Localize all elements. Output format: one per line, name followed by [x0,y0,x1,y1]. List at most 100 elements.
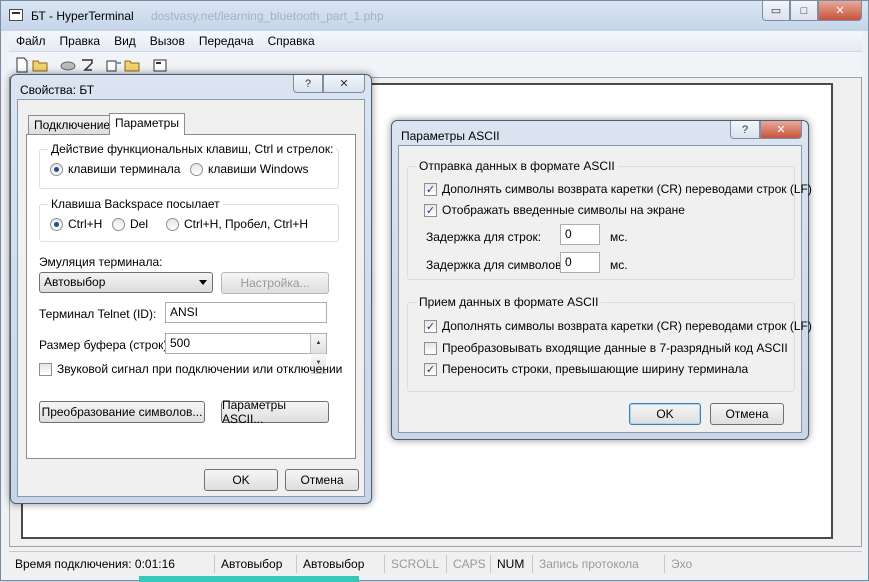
status-scroll: SCROLL [385,554,447,573]
disconnect-icon[interactable] [59,56,77,74]
backspace-group-label: Клавиша Backspace посылает [48,197,223,211]
send-echo-label: Отображать введенные символы на экране [442,203,685,217]
maximize-icon: □ [800,4,808,17]
receive-icon[interactable] [124,56,142,74]
status-bar: Время подключения: 0:01:16 Автовыбор Авт… [9,551,862,575]
setup-button[interactable]: Настройка... [221,272,329,294]
fkeys-group-label: Действие функциональных клавиш, Ctrl и с… [48,142,337,156]
recv-lf-label: Дополнять символы возврата каретки (CR) … [442,319,812,333]
properties-dialog: Свойства: БТ ? ✕ Подключение Параметры Д… [10,74,372,504]
bs-ctrlh-option[interactable]: Ctrl+H [50,217,102,231]
spin-up-icon[interactable]: ▲ [311,334,326,354]
recv-wrap-option[interactable]: ✓ Переносить строки, превышающие ширину … [424,362,748,376]
title-bar[interactable]: БТ - HyperTerminal dostvasy.net/learning… [1,1,868,31]
properties-help-button[interactable]: ? [293,75,323,93]
ascii-dialog-body: Отправка данных в формате ASCII ✓ Дополн… [398,145,812,433]
send-lf-option[interactable]: ✓ Дополнять символы возврата каретки (CR… [424,182,812,196]
minimize-button[interactable]: ▭ [762,1,790,21]
recv-wrap-checkbox[interactable]: ✓ [424,362,437,376]
recv-wrap-label: Переносить строки, превышающие ширину те… [442,362,749,376]
taskbar-strip [139,576,359,582]
properties-dialog-body: Подключение Параметры Действие функциона… [17,99,365,497]
recv-7bit-label: Преобразовывать входящие данные в 7-разр… [442,341,788,355]
bs-ctrlh-radio[interactable] [50,217,63,231]
send-echo-checkbox[interactable]: ✓ [424,203,437,217]
bs-del-label: Del [130,217,149,231]
send-echo-option[interactable]: ✓ Отображать введенные символы на экране [424,203,685,217]
char-conversion-button[interactable]: Преобразование символов... [39,401,205,423]
fkeys-terminal-radio[interactable] [50,162,63,176]
ascii-close-button[interactable]: ✕ [760,121,802,139]
bs-del-option[interactable]: Del [112,217,148,231]
buffer-size-field[interactable]: 500 ▲ ▼ [165,333,327,374]
fkeys-windows-radio[interactable] [190,162,203,176]
send-lf-label: Дополнять символы возврата каретки (CR) … [442,182,812,196]
ascii-settings-dialog: Параметры ASCII ? ✕ Отправка данных в фо… [391,120,812,440]
emulation-select[interactable]: Автовыбор [39,272,213,293]
buffer-spinner[interactable]: ▲ ▼ [310,334,326,374]
ascii-help-button[interactable]: ? [730,121,760,139]
recv-lf-checkbox[interactable]: ✓ [424,319,437,333]
menu-bar: Файл Правка Вид Вызов Передача Справка [9,31,862,51]
telnet-id-field[interactable]: ANSI [165,302,327,323]
telnet-label: Терминал Telnet (ID): [39,307,157,321]
send-group: Отправка данных в формате ASCII ✓ Дополн… [407,159,812,280]
fkeys-group: Действие функциональных клавиш, Ctrl и с… [39,142,339,189]
send-group-label: Отправка данных в формате ASCII [416,159,618,173]
menu-call[interactable]: Вызов [143,34,192,48]
open-icon[interactable] [32,56,50,74]
tab-connection[interactable]: Подключение [28,115,117,135]
backspace-group: Клавиша Backspace посылает Ctrl+H Del Ct… [39,197,339,242]
bs-del-radio[interactable] [112,217,125,231]
properties-icon[interactable] [151,56,169,74]
bs-ctrlh-space-option[interactable]: Ctrl+H, Пробел, Ctrl+H [166,217,308,231]
bs-ctrlh-space-radio[interactable] [166,217,179,231]
help-icon: ? [304,77,312,90]
menu-file[interactable]: Файл [9,34,53,48]
properties-cancel-button[interactable]: Отмена [285,469,359,491]
menu-transfer[interactable]: Передача [192,34,261,48]
send-lf-checkbox[interactable]: ✓ [424,182,437,196]
maximize-button[interactable]: □ [790,1,818,21]
ascii-ok-button[interactable]: OK [629,403,701,425]
fkeys-windows-option[interactable]: клавиши Windows [190,162,308,176]
bs-ctrlh-space-label: Ctrl+H, Пробел, Ctrl+H [184,217,308,231]
window-title: БТ - HyperTerminal [31,9,134,23]
status-capture: Запись протокола [533,554,665,573]
line-delay-field[interactable]: 0 [560,224,600,245]
close-button[interactable]: ✕ [818,1,862,21]
fkeys-terminal-option[interactable]: клавиши терминала [50,162,180,176]
sound-option[interactable]: Звуковой сигнал при подключении или откл… [39,362,342,376]
line-delay-unit: мс. [610,230,628,244]
recv-7bit-option[interactable]: Преобразовывать входящие данные в 7-разр… [424,341,788,355]
bs-ctrlh-label: Ctrl+H [68,217,103,231]
ascii-settings-button[interactable]: Параметры ASCII... [221,398,329,426]
fkeys-windows-label: клавиши Windows [208,162,309,176]
properties-dialog-title: Свойства: БТ [20,83,95,97]
sound-checkbox[interactable] [39,362,52,376]
vertical-scrollbar[interactable] [837,83,853,539]
menu-help[interactable]: Справка [261,34,322,48]
ascii-cancel-button[interactable]: Отмена [710,403,784,425]
dial-icon[interactable] [78,56,96,74]
properties-ok-button[interactable]: OK [204,469,278,491]
recv-7bit-checkbox[interactable] [424,341,437,355]
window-title-ghost: dostvasy.net/learning_bluetooth_part_1.p… [151,9,384,23]
sound-label: Звуковой сигнал при подключении или откл… [57,362,343,376]
buffer-size-value: 500 [170,336,191,350]
status-detect: Автовыбор [297,554,385,573]
char-delay-field[interactable]: 0 [560,252,600,273]
menu-view[interactable]: Вид [107,34,143,48]
tab-settings[interactable]: Параметры [109,113,185,135]
buffer-label: Размер буфера (строк): [39,338,171,352]
new-icon[interactable] [13,56,31,74]
ascii-dialog-title: Параметры ASCII [401,129,500,143]
close-icon: ✕ [776,124,786,136]
properties-close-button[interactable]: ✕ [323,75,365,93]
menu-edit[interactable]: Правка [53,34,108,48]
recv-lf-option[interactable]: ✓ Дополнять символы возврата каретки (CR… [424,319,812,333]
fkeys-terminal-label: клавиши терминала [68,162,181,176]
send-icon[interactable] [105,56,123,74]
settings-tab-panel: Действие функциональных клавиш, Ctrl и с… [26,134,356,459]
status-emulation: Автовыбор [215,554,297,573]
